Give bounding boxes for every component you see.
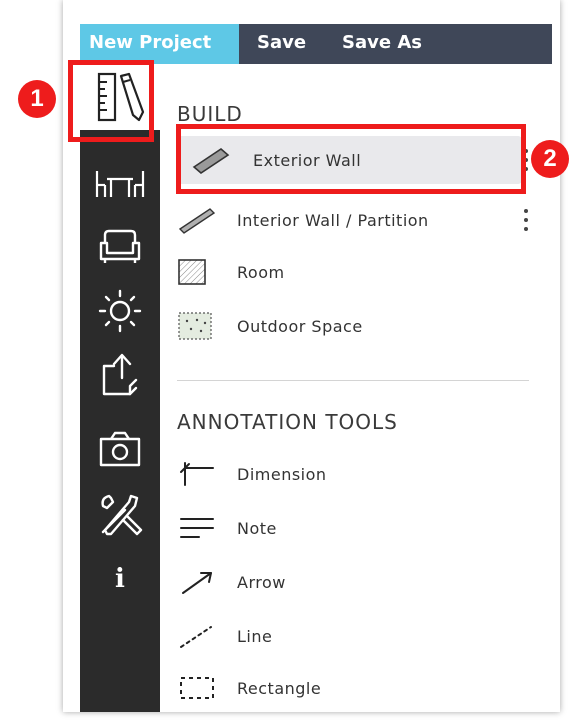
section-divider <box>177 380 529 381</box>
toolbar-info-tool[interactable]: i <box>80 546 160 612</box>
toolbar-lighting-tool[interactable] <box>80 278 160 344</box>
table-chairs-icon <box>93 163 147 203</box>
annotation-item-label: Dimension <box>237 464 327 484</box>
annotation-item-note[interactable]: Note <box>177 504 522 552</box>
tab-new-project[interactable]: New Project <box>80 24 239 64</box>
left-toolbar: i <box>80 64 160 712</box>
build-item-label: Room <box>237 262 285 282</box>
annotation-item-label: Rectangle <box>237 678 322 698</box>
highlight-box-exterior-wall <box>176 124 526 194</box>
outdoor-space-icon <box>177 306 237 346</box>
tab-save-as[interactable]: Save As <box>342 24 422 64</box>
interior-wall-icon <box>177 200 237 240</box>
build-item-room[interactable]: Room <box>177 248 522 296</box>
annotation-section-title: ANNOTATION TOOLS <box>177 410 398 434</box>
tab-save[interactable]: Save <box>257 24 306 64</box>
annotation-item-label: Arrow <box>237 572 286 592</box>
room-icon <box>177 252 237 292</box>
top-menu-bar: New Project Save Save As <box>80 24 552 64</box>
build-item-label: Interior Wall / Partition <box>237 210 429 230</box>
arrow-icon <box>177 562 237 602</box>
export-icon <box>96 350 144 400</box>
line-icon <box>177 616 237 656</box>
rectangle-icon <box>177 668 237 708</box>
highlight-box-build-tool <box>68 60 154 142</box>
dimension-icon <box>177 454 237 494</box>
callout-badge-2: 2 <box>531 140 569 178</box>
toolbar-sofa-tool[interactable] <box>80 214 160 280</box>
build-item-interior-wall[interactable]: Interior Wall / Partition <box>177 196 528 244</box>
annotation-item-dimension[interactable]: Dimension <box>177 450 522 498</box>
camera-icon <box>95 427 145 471</box>
toolbar-settings-tool[interactable] <box>80 482 160 548</box>
toolbar-export-tool[interactable] <box>80 342 160 408</box>
build-section-title: BUILD <box>177 102 243 126</box>
build-item-outdoor-space[interactable]: Outdoor Space <box>177 302 522 350</box>
light-icon <box>96 287 144 335</box>
annotation-item-arrow[interactable]: Arrow <box>177 558 522 606</box>
annotation-item-label: Note <box>237 518 277 538</box>
callout-badge-1: 1 <box>18 80 56 118</box>
toolbar-camera-tool[interactable] <box>80 416 160 482</box>
info-icon: i <box>115 564 125 594</box>
note-icon <box>177 508 237 548</box>
toolbar-furniture-tool[interactable] <box>80 150 160 216</box>
tools-icon <box>95 490 145 540</box>
kebab-menu-icon[interactable] <box>522 209 530 231</box>
build-item-label: Outdoor Space <box>237 316 363 336</box>
annotation-item-label: Line <box>237 626 273 646</box>
sofa-icon <box>95 227 145 267</box>
annotation-item-line[interactable]: Line <box>177 612 522 660</box>
annotation-item-rectangle[interactable]: Rectangle <box>177 664 522 712</box>
